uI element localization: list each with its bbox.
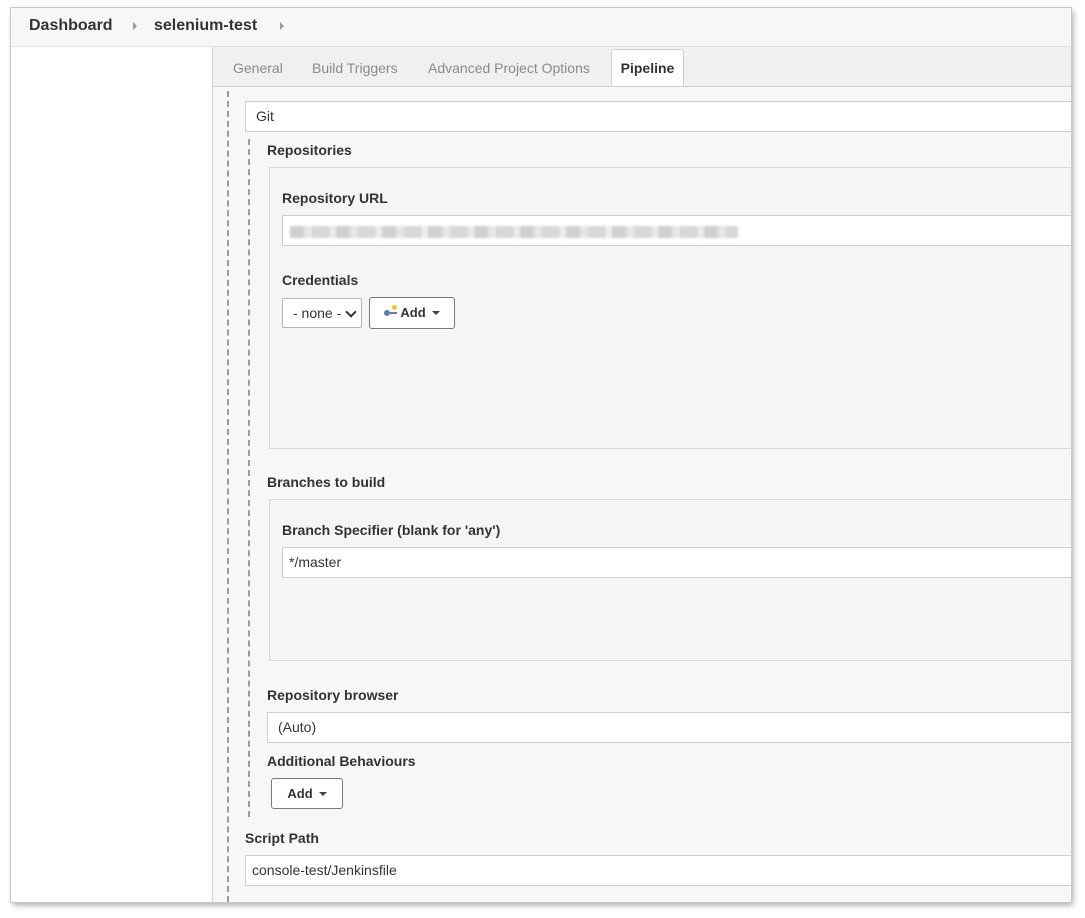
tab-pipeline[interactable]: Pipeline xyxy=(611,49,684,86)
script-path-input[interactable]: console-test/Jenkinsfile xyxy=(245,855,1071,886)
repository-browser-select[interactable]: (Auto) xyxy=(267,712,1071,743)
caret-down-icon xyxy=(431,310,440,315)
chevron-down-icon xyxy=(345,306,357,318)
nesting-guide-outer xyxy=(227,91,229,902)
repositories-label: Repositories xyxy=(267,142,352,158)
credentials-select[interactable]: - none - xyxy=(282,298,362,328)
redacted-url xyxy=(290,226,738,238)
breadcrumb: Dashboard selenium-test xyxy=(11,8,1071,47)
credentials-label: Credentials xyxy=(282,272,359,288)
branches-label: Branches to build xyxy=(267,474,386,490)
add-credentials-button[interactable]: Add xyxy=(369,297,455,329)
add-behaviour-button[interactable]: Add xyxy=(271,778,343,809)
repository-url-label: Repository URL xyxy=(282,190,388,206)
repository-box: Repository URL Credentials - none - Add xyxy=(269,167,1071,449)
add-behaviour-label: Add xyxy=(287,786,313,801)
config-tabs: General Build Triggers Advanced Project … xyxy=(213,47,1071,87)
side-panel xyxy=(11,47,213,902)
repository-url-input[interactable] xyxy=(282,215,1071,246)
breadcrumb-dashboard[interactable]: Dashboard xyxy=(29,17,113,35)
config-content: General Build Triggers Advanced Project … xyxy=(213,47,1071,902)
scm-select[interactable]: Git xyxy=(245,101,1071,132)
breadcrumb-separator-icon xyxy=(133,22,137,30)
credentials-selected-value: - none - xyxy=(293,305,342,321)
breadcrumb-separator-icon[interactable] xyxy=(280,22,284,30)
tab-advanced-project-options[interactable]: Advanced Project Options xyxy=(428,60,590,76)
branch-specifier-input[interactable]: */master xyxy=(282,547,1071,578)
tab-general[interactable]: General xyxy=(233,60,283,76)
key-icon xyxy=(384,304,398,318)
tab-build-triggers[interactable]: Build Triggers xyxy=(312,60,398,76)
branch-specifier-label: Branch Specifier (blank for 'any') xyxy=(282,522,501,538)
repository-browser-label: Repository browser xyxy=(267,687,399,703)
branch-box: Branch Specifier (blank for 'any') */mas… xyxy=(269,499,1071,661)
caret-down-icon xyxy=(318,791,327,796)
add-credentials-label: Add xyxy=(400,305,426,320)
additional-behaviours-label: Additional Behaviours xyxy=(267,753,416,769)
script-path-label: Script Path xyxy=(245,830,319,846)
breadcrumb-selenium-test[interactable]: selenium-test xyxy=(154,17,257,35)
nesting-guide-inner xyxy=(248,139,250,817)
jenkins-window: Dashboard selenium-test General Build Tr… xyxy=(11,8,1071,902)
